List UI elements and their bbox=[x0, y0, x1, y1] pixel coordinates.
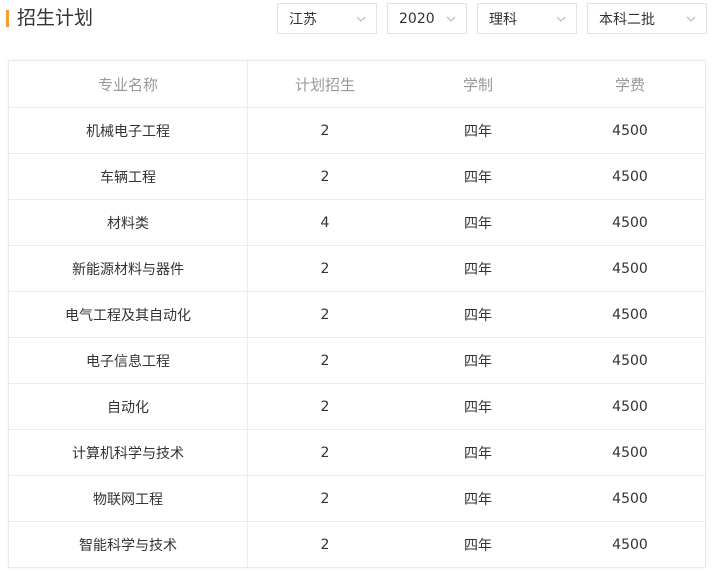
cell-major: 电子信息工程 bbox=[9, 337, 248, 384]
cell-tuition: 4500 bbox=[554, 153, 706, 200]
chevron-down-icon bbox=[446, 14, 456, 24]
table-row: 新能源材料与器件 2 四年 4500 bbox=[9, 245, 706, 292]
table-row: 物联网工程 2 四年 4500 bbox=[9, 475, 706, 522]
enrollment-table: 专业名称 计划招生 学制 学费 机械电子工程 2 四年 4500 车辆工程 2 … bbox=[9, 61, 706, 567]
column-header-major: 专业名称 bbox=[9, 61, 248, 108]
column-header-tuition: 学费 bbox=[554, 61, 706, 108]
cell-duration: 四年 bbox=[402, 337, 554, 384]
cell-planned: 4 bbox=[247, 199, 402, 246]
cell-planned: 2 bbox=[247, 107, 402, 154]
province-select-label: 江苏 bbox=[289, 11, 317, 28]
cell-duration: 四年 bbox=[402, 153, 554, 200]
cell-major: 机械电子工程 bbox=[9, 107, 248, 154]
chevron-down-icon bbox=[556, 14, 566, 24]
cell-major: 物联网工程 bbox=[9, 475, 248, 522]
chevron-down-icon bbox=[686, 14, 696, 24]
subject-select-label: 理科 bbox=[489, 11, 517, 28]
cell-duration: 四年 bbox=[402, 429, 554, 476]
cell-planned: 2 bbox=[247, 153, 402, 200]
table-row: 材料类 4 四年 4500 bbox=[9, 199, 706, 246]
cell-tuition: 4500 bbox=[554, 291, 706, 338]
cell-duration: 四年 bbox=[402, 199, 554, 246]
filter-bar: 江苏 2020 理科 本科二批 bbox=[0, 3, 713, 36]
cell-tuition: 4500 bbox=[554, 383, 706, 430]
subject-select[interactable]: 理科 bbox=[477, 3, 577, 34]
batch-select-label: 本科二批 bbox=[599, 11, 655, 28]
cell-major: 新能源材料与器件 bbox=[9, 245, 248, 292]
year-select-label: 2020 bbox=[399, 10, 435, 27]
cell-duration: 四年 bbox=[402, 475, 554, 522]
cell-tuition: 4500 bbox=[554, 107, 706, 154]
cell-tuition: 4500 bbox=[554, 429, 706, 476]
cell-planned: 2 bbox=[247, 475, 402, 522]
cell-duration: 四年 bbox=[402, 245, 554, 292]
table-row: 车辆工程 2 四年 4500 bbox=[9, 153, 706, 200]
cell-major: 智能科学与技术 bbox=[9, 521, 248, 567]
cell-duration: 四年 bbox=[464, 537, 492, 554]
cell-duration: 四年 bbox=[402, 383, 554, 430]
year-select[interactable]: 2020 bbox=[387, 3, 467, 34]
page-header: 招生计划 江苏 2020 理科 本科二批 bbox=[0, 0, 713, 44]
batch-select[interactable]: 本科二批 bbox=[587, 3, 707, 34]
table-row: 电气工程及其自动化 2 四年 4500 bbox=[9, 291, 706, 338]
cell-major: 计算机科学与技术 bbox=[9, 429, 248, 476]
cell-planned: 2 bbox=[247, 429, 402, 476]
cell-major: 材料类 bbox=[9, 199, 248, 246]
table-header-row: 专业名称 计划招生 学制 学费 bbox=[9, 61, 706, 108]
cell-planned: 2 bbox=[247, 383, 402, 430]
table-row: 计算机科学与技术 2 四年 4500 bbox=[9, 429, 706, 476]
cell-planned: 2 bbox=[247, 337, 402, 384]
cell-tuition: 4500 bbox=[554, 199, 706, 246]
enrollment-plan-table: 专业名称 计划招生 学制 学费 机械电子工程 2 四年 4500 车辆工程 2 … bbox=[8, 60, 706, 568]
cell-tuition: 4500 bbox=[554, 245, 706, 292]
column-header-duration: 学制 bbox=[402, 61, 554, 108]
cell-planned: 2 bbox=[320, 536, 330, 553]
cell-tuition: 4500 bbox=[554, 337, 706, 384]
table-row: 自动化 2 四年 4500 bbox=[9, 383, 706, 430]
cell-planned: 2 bbox=[247, 291, 402, 338]
column-header-planned: 计划招生 bbox=[247, 61, 402, 108]
table-row: 智能科学与技术 2 四年 4500 bbox=[9, 521, 706, 567]
cell-major: 电气工程及其自动化 bbox=[9, 291, 248, 338]
cell-duration: 四年 bbox=[402, 107, 554, 154]
cell-tuition: 4500 bbox=[612, 536, 648, 553]
table-row: 电子信息工程 2 四年 4500 bbox=[9, 337, 706, 384]
cell-duration: 四年 bbox=[402, 291, 554, 338]
cell-planned: 2 bbox=[247, 245, 402, 292]
cell-major: 自动化 bbox=[9, 383, 248, 430]
province-select[interactable]: 江苏 bbox=[277, 3, 377, 34]
chevron-down-icon bbox=[356, 14, 366, 24]
cell-tuition: 4500 bbox=[554, 475, 706, 522]
table-row: 机械电子工程 2 四年 4500 bbox=[9, 107, 706, 154]
cell-major: 车辆工程 bbox=[9, 153, 248, 200]
